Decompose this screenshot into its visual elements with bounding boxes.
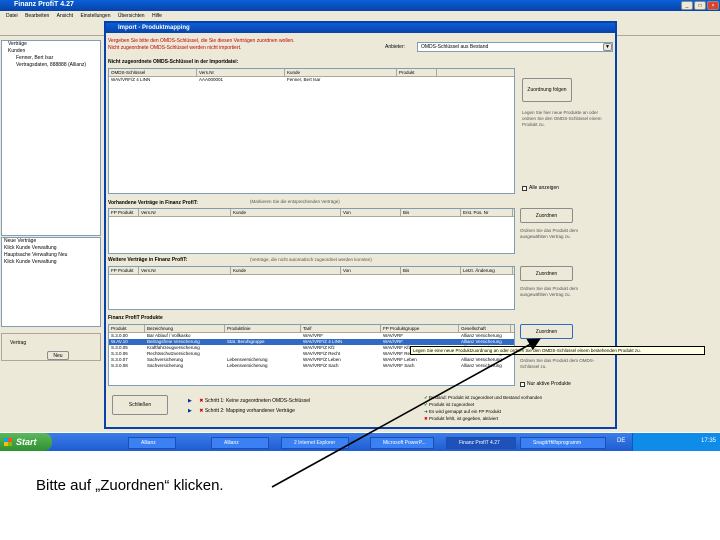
pointer-arrow: [271, 338, 541, 488]
